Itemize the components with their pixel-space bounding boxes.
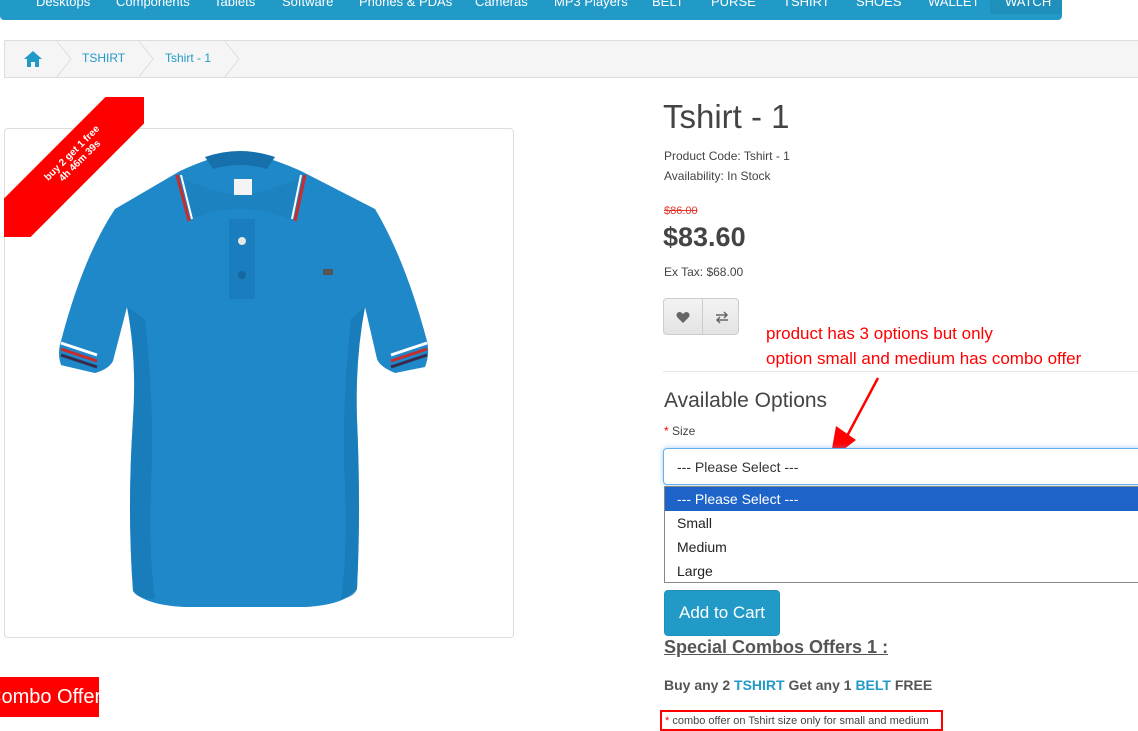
- required-mark: *: [664, 424, 669, 438]
- product-action-buttons: [663, 298, 739, 335]
- annotation-line-1: product has 3 options but only: [766, 324, 993, 343]
- divider: [663, 371, 1138, 372]
- compare-button[interactable]: [702, 299, 740, 334]
- special-combos-heading: Special Combos Offers 1 :: [664, 637, 889, 657]
- nav-components[interactable]: Components: [116, 0, 190, 14]
- nav-purse[interactable]: PURSE: [711, 0, 756, 14]
- annotation-line-2: option small and medium has combo offer: [766, 349, 1082, 368]
- nav-watch[interactable]: WATCH: [990, 0, 1062, 14]
- combo-get-item-link[interactable]: BELT: [855, 677, 891, 693]
- nav-tshirt[interactable]: TSHIRT: [783, 0, 830, 14]
- ex-tax: Ex Tax: $68.00: [664, 265, 744, 279]
- nav-software[interactable]: Software: [282, 0, 333, 14]
- breadcrumb-separator: [223, 40, 240, 78]
- add-to-cart-button[interactable]: Add to Cart: [664, 590, 780, 636]
- size-dropdown-list: --- Please Select --- Small Medium Large: [664, 486, 1138, 583]
- size-option-please-select[interactable]: --- Please Select ---: [665, 487, 1138, 511]
- size-label: * Size: [664, 424, 695, 438]
- size-option-large[interactable]: Large: [665, 559, 1138, 583]
- nav-phones[interactable]: Phones & PDAs: [359, 0, 452, 14]
- breadcrumb-current[interactable]: Tshirt - 1: [165, 51, 211, 65]
- offer-ribbon: buy 2 get 1 free 4h 46m 39s: [4, 97, 144, 237]
- top-navigation: Desktops Components Tablets Software Pho…: [0, 0, 1062, 20]
- ribbon-countdown: 4h 46m 39s: [57, 138, 104, 185]
- home-icon[interactable]: [23, 50, 43, 68]
- heart-icon: [676, 311, 690, 323]
- price: $83.60: [663, 222, 746, 252]
- combo-offer-badge[interactable]: Combo Offer: [0, 677, 99, 717]
- combo-note: * combo offer on Tshirt size only for sm…: [660, 710, 943, 731]
- breadcrumb: TSHIRT Tshirt - 1: [4, 40, 1138, 78]
- old-price: $86.00: [664, 205, 698, 217]
- size-select[interactable]: --- Please Select ---: [663, 448, 1138, 485]
- product-availability: Availability: In Stock: [664, 169, 771, 183]
- available-options-heading: Available Options: [664, 389, 828, 412]
- combo-note-text: combo offer on Tshirt size only for smal…: [672, 715, 929, 727]
- nav-shoes[interactable]: SHOES: [856, 0, 902, 14]
- size-label-text: Size: [672, 424, 696, 438]
- breadcrumb-tshirt[interactable]: TSHIRT: [82, 51, 125, 65]
- nav-wallet[interactable]: WALLET: [928, 0, 980, 14]
- product-code: Product Code: Tshirt - 1: [664, 149, 790, 163]
- nav-tablets[interactable]: Tablets: [214, 0, 255, 14]
- compare-arrows-icon: [715, 311, 728, 324]
- size-option-small[interactable]: Small: [665, 511, 1138, 535]
- size-option-medium[interactable]: Medium: [665, 535, 1138, 559]
- nav-desktops[interactable]: Desktops: [36, 0, 90, 14]
- combo-buy-item-link[interactable]: TSHIRT: [734, 677, 785, 693]
- nav-belt[interactable]: BELT: [652, 0, 684, 14]
- wishlist-button[interactable]: [664, 299, 702, 334]
- nav-cameras[interactable]: Cameras: [475, 0, 528, 14]
- nav-mp3-players[interactable]: MP3 Players: [554, 0, 628, 14]
- combo-offer-line: Buy any 2 TSHIRT Get any 1 BELT FREE: [664, 677, 933, 693]
- product-title: Tshirt - 1: [663, 98, 790, 135]
